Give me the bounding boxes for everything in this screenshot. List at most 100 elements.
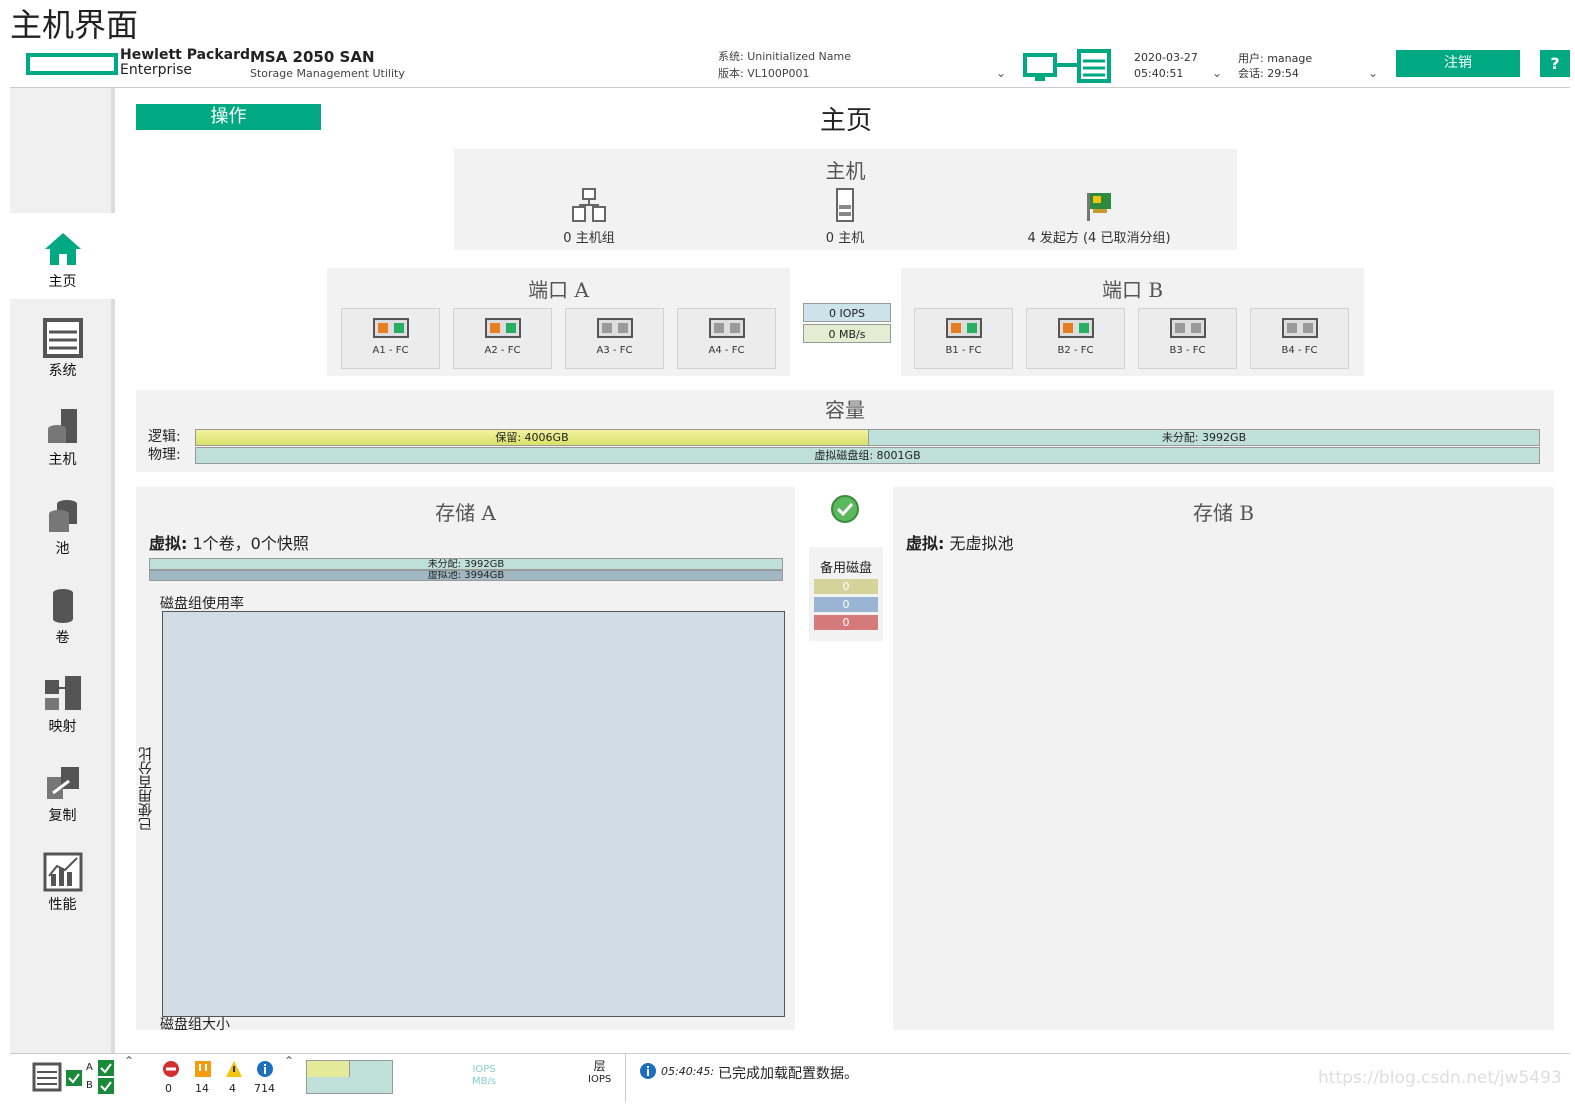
divider	[625, 1054, 626, 1102]
controller-a-label: A	[86, 1062, 93, 1073]
fc-port-icon	[708, 318, 745, 338]
product-subtitle: Storage Management Utility	[250, 67, 405, 80]
sidebar-item-host[interactable]: 主机	[10, 391, 115, 477]
spare-disks-title: 备用磁盘	[819, 561, 872, 576]
sidebar-item-replication[interactable]: 复制	[10, 747, 115, 833]
spare-disks-panel: 备用磁盘 0 0 0	[809, 547, 883, 641]
system-status-icon[interactable]	[32, 1062, 62, 1092]
port-a4[interactable]: A4 - FC	[677, 308, 776, 369]
hosts-title: 主机	[825, 159, 866, 183]
capacity-row-labels: 逻辑: 物理:	[148, 429, 181, 463]
port-b4[interactable]: B4 - FC	[1250, 308, 1349, 369]
port-b1[interactable]: B1 - FC	[914, 308, 1013, 369]
host-icon	[47, 409, 77, 443]
mbs-value: 0 MB/s	[803, 324, 891, 343]
storage-b-virtual: 虚拟: 无虚拟池	[906, 534, 1014, 553]
port-a1[interactable]: A1 - FC	[341, 308, 440, 369]
initiator-card-icon	[1087, 193, 1111, 221]
performance-icon	[43, 852, 82, 892]
fc-port-icon	[484, 318, 521, 338]
chevron-down-icon[interactable]: ⌄	[1212, 66, 1222, 80]
storage-b-panel: 存储 B 虚拟: 无虚拟池	[893, 487, 1554, 1030]
port-b3[interactable]: B3 - FC	[1138, 308, 1237, 369]
pool-icon	[48, 500, 77, 532]
sidebar: 主页 系统 主机 池 卷 映射 复制 性能	[10, 88, 115, 1053]
host-group-icon	[572, 188, 606, 222]
chevron-up-icon[interactable]: ⌃	[284, 1054, 294, 1068]
sidebar-item-system[interactable]: 系统	[10, 302, 115, 388]
virtual-disk-group-bar[interactable]: 虚拟磁盘组: 8001GB	[195, 447, 1540, 464]
system-icon	[42, 318, 83, 358]
info-count: 714	[254, 1082, 275, 1095]
home-icon	[44, 233, 81, 265]
spare-count-1[interactable]: 0	[814, 579, 878, 594]
date-time: 2020-03-27 05:40:51	[1134, 51, 1198, 80]
sidebar-item-home[interactable]: 主页	[10, 213, 115, 299]
fc-port-icon	[372, 318, 409, 338]
storage-a-virtual: 虚拟: 1个卷，0个快照	[149, 534, 309, 553]
sidebar-item-mapping[interactable]: 映射	[10, 658, 115, 744]
info-icon[interactable]	[256, 1060, 274, 1078]
host-storage-icon	[1023, 49, 1111, 83]
message-time: 05:40:45:	[661, 1065, 715, 1078]
spare-count-3[interactable]: 0	[814, 615, 878, 630]
host-groups-item[interactable]: 0 主机组	[544, 187, 634, 246]
iops-value: 0 IOPS	[803, 303, 891, 322]
warning-icon[interactable]	[225, 1060, 243, 1078]
user-info[interactable]: 用户: manage 会话: 29:54	[1238, 51, 1312, 81]
controller-b-check-icon	[98, 1078, 114, 1094]
status-message: 已完成加载配置数据。	[718, 1066, 858, 1082]
brand-text: Hewlett Packard Enterprise	[120, 47, 251, 78]
disk-group-usage-chart[interactable]	[162, 611, 785, 1017]
controller-a-check-icon	[98, 1060, 114, 1076]
spare-count-2[interactable]: 0	[814, 597, 878, 612]
system-info[interactable]: 系统: Uninitialized Name 版本: VL100P001	[718, 48, 851, 82]
chevron-down-icon[interactable]: ⌄	[1368, 66, 1378, 80]
error-count: 14	[195, 1082, 209, 1095]
operations-button[interactable]: 操作	[136, 104, 321, 130]
disk-group-usage-title: 磁盘组使用率	[160, 596, 244, 612]
host-server-icon	[836, 188, 854, 222]
port-a3[interactable]: A3 - FC	[565, 308, 664, 369]
storage-a-pool-bar[interactable]: 虚拟池: 3994GB	[149, 570, 783, 581]
critical-icon[interactable]	[162, 1060, 180, 1078]
hosts-item[interactable]: 0 主机	[800, 187, 890, 246]
controller-b-label: B	[86, 1080, 93, 1091]
sidebar-item-pool[interactable]: 池	[10, 480, 115, 566]
port-b-panel: 端口 B B1 - FC B2 - FC B3 - FC B4 - FC	[901, 268, 1364, 376]
info-icon	[640, 1063, 656, 1079]
sidebar-item-performance[interactable]: 性能	[10, 836, 115, 922]
critical-count: 0	[165, 1082, 172, 1095]
fc-port-icon	[1169, 318, 1206, 338]
port-b-title: 端口 B	[1101, 278, 1164, 302]
port-a2[interactable]: A2 - FC	[453, 308, 552, 369]
chart-y-label: 已使用百分比	[138, 747, 154, 831]
fc-port-icon	[596, 318, 633, 338]
storage-a-unallocated-bar[interactable]: 未分配: 3992GB	[149, 558, 783, 570]
fc-port-icon	[1057, 318, 1094, 338]
reserved-bar[interactable]: 保留: 4006GB	[195, 429, 869, 446]
port-b2[interactable]: B2 - FC	[1026, 308, 1125, 369]
port-a-panel: 端口 A A1 - FC A2 - FC A3 - FC A4 - FC	[327, 268, 790, 376]
top-bar: Hewlett Packard Enterprise MSA 2050 SAN …	[10, 46, 1570, 88]
chevron-down-icon[interactable]: ⌄	[996, 66, 1006, 80]
page-title: 主机界面	[10, 6, 139, 44]
port-a-title: 端口 A	[528, 278, 589, 302]
hpe-logo	[26, 53, 118, 75]
mapping-icon	[44, 676, 81, 710]
product-name: MSA 2050 SAN	[250, 48, 375, 66]
chevron-up-icon[interactable]: ⌃	[124, 1054, 134, 1068]
performance-mini[interactable]: IOPS MB/s	[472, 1064, 496, 1088]
initiators-item[interactable]: 4 发起方 (4 已取消分组)	[1019, 187, 1179, 246]
replication-icon	[46, 767, 79, 799]
sidebar-item-volume[interactable]: 卷	[10, 569, 115, 655]
chart-x-label: 磁盘组大小	[160, 1017, 230, 1033]
unallocated-bar[interactable]: 未分配: 3992GB	[868, 429, 1540, 446]
capacity-mini-bar[interactable]	[306, 1060, 393, 1094]
main-title: 主页	[820, 106, 873, 136]
help-button[interactable]: ?	[1540, 50, 1570, 77]
tier-mini[interactable]: 层 IOPS	[588, 1060, 611, 1086]
error-icon[interactable]	[194, 1060, 212, 1078]
warning-count: 4	[229, 1082, 236, 1095]
logout-button[interactable]: 注销	[1396, 50, 1520, 77]
